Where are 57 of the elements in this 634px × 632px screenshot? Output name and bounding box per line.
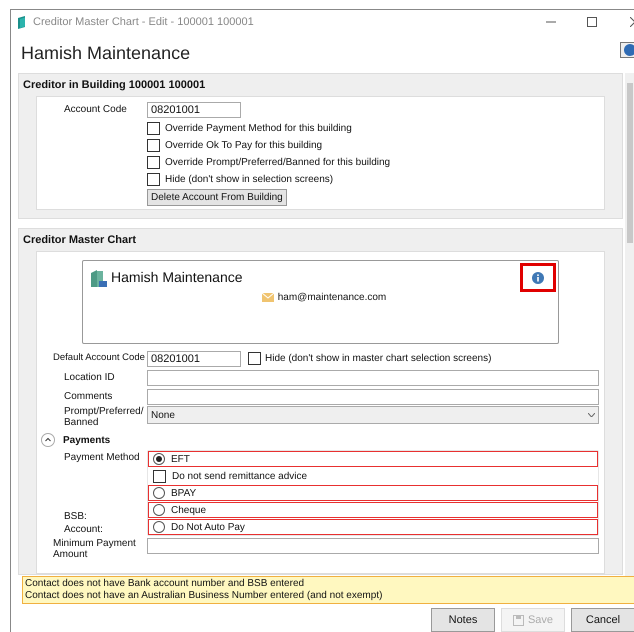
warning-text: Contact does not have Bank account number and BSB entered — [25, 578, 306, 590]
checkbox[interactable] — [147, 156, 160, 168]
field-label: Account: — [64, 523, 104, 536]
payment-option[interactable]: Cheque — [148, 502, 598, 518]
checkbox-label: Hide (don't show in selection screens) — [165, 172, 334, 186]
payment-option[interactable]: Do not send remittance advice — [148, 468, 598, 484]
scrollbar[interactable] — [625, 73, 634, 576]
field-label: Prompt/Preferred/ Banned — [63, 406, 144, 428]
warning-text: Contact does not have an Australian Business Number entered (and not exempt) — [25, 590, 384, 602]
field-label: Location ID — [63, 371, 116, 385]
window-title: Creditor Master Chart - Edit - 100001 100001 — [33, 14, 254, 30]
radio-button[interactable] — [153, 504, 165, 516]
maximize-icon[interactable] — [587, 17, 597, 27]
field-label: Default Account Code — [52, 351, 146, 366]
page-heading: Hamish Maintenance — [21, 42, 190, 65]
location-id-field[interactable] — [147, 370, 599, 386]
contact-name: Hamish Maintenance — [111, 268, 243, 287]
field-label: BSB: — [64, 510, 88, 523]
field-label: Payment Method — [64, 451, 141, 465]
comments-field[interactable] — [147, 388, 599, 404]
building-icon — [90, 268, 107, 286]
checkbox-label: Override Payment Method for this building — [165, 122, 352, 136]
dialog-button[interactable]: Cancel — [571, 608, 634, 632]
account-code-field[interactable]: 08201001 — [147, 102, 241, 118]
help-icon[interactable] — [620, 42, 634, 58]
dialog-button[interactable]: Notes — [431, 608, 495, 632]
collapse-icon[interactable] — [41, 433, 55, 447]
default-account-field[interactable]: 08201001 — [147, 350, 241, 366]
checkbox[interactable] — [248, 352, 261, 365]
payment-option[interactable]: Do Not Auto Pay — [148, 519, 598, 535]
payment-option[interactable]: BPAY — [148, 485, 598, 501]
minimum-payment-field[interactable] — [147, 538, 599, 554]
app-icon — [17, 16, 27, 28]
radio-button[interactable] — [153, 521, 165, 533]
info-button[interactable] — [520, 263, 556, 292]
checkbox[interactable] — [147, 172, 160, 186]
contact-email: ham@maintenance.com — [278, 291, 386, 305]
checkbox-label: Override Ok To Pay for this building — [165, 138, 322, 152]
checkbox[interactable] — [153, 470, 166, 482]
subsection-title: Payments — [63, 434, 110, 448]
field-label: Account Code — [63, 103, 128, 117]
chevron-down-icon — [588, 413, 595, 417]
payment-option[interactable]: EFT — [148, 451, 598, 467]
checkbox-label: Hide (don't show in master chart selection screens) — [265, 352, 492, 366]
section-title: Creditor Master Chart — [22, 233, 138, 248]
info-icon — [532, 272, 544, 284]
section-title: Creditor in Building 100001 100001 — [22, 78, 206, 93]
prompt-select[interactable]: None — [147, 406, 599, 424]
checkbox-label: Override Prompt/Preferred/Banned for this building — [165, 156, 390, 170]
field-label: Minimum Payment Amount — [52, 538, 137, 560]
checkbox[interactable] — [147, 122, 160, 134]
mail-icon — [262, 293, 274, 302]
delete-account-button[interactable]: Delete Account From Building — [147, 189, 287, 206]
field-label: Comments — [63, 390, 114, 404]
checkbox[interactable] — [147, 138, 160, 152]
radio-button[interactable] — [153, 487, 165, 499]
radio-button[interactable] — [153, 453, 165, 465]
